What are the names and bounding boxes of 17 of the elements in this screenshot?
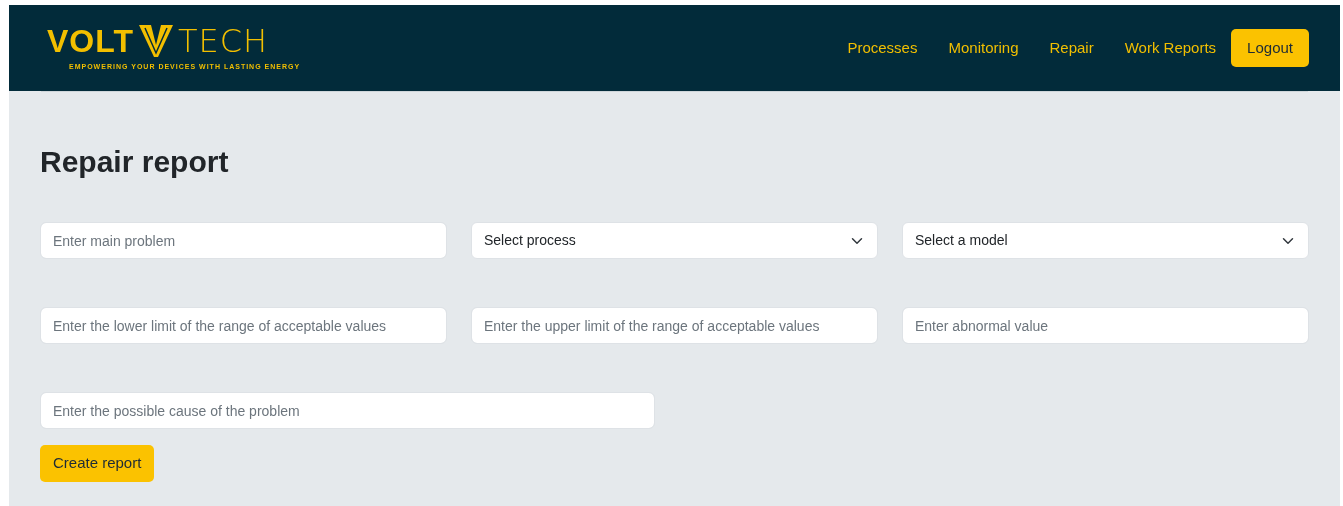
select-dropdown[interactable]: Select a model bbox=[902, 222, 1309, 259]
logo-text: VOLT bbox=[47, 25, 134, 58]
select-dropdown[interactable]: Select process bbox=[471, 222, 878, 259]
input-field[interactable]: Enter the lower limit of the range of acceptable values bbox=[40, 307, 447, 344]
nav-link[interactable]: Processes bbox=[847, 28, 918, 68]
input-field[interactable]: Enter abnormal value bbox=[902, 307, 1309, 344]
input-field[interactable]: Enter main problem bbox=[40, 222, 447, 259]
nav-link[interactable]: Work Reports bbox=[1124, 28, 1217, 68]
nav-link[interactable]: Repair bbox=[1049, 28, 1094, 68]
page-title: Repair report bbox=[40, 144, 230, 180]
v-logo-icon bbox=[137, 23, 174, 60]
logout-button[interactable]: Logout bbox=[1231, 28, 1309, 68]
input-field[interactable]: Enter the possible cause of the problem bbox=[40, 392, 655, 429]
nav-link[interactable]: Monitoring bbox=[948, 28, 1019, 68]
logo-text: TECH bbox=[177, 25, 269, 58]
input-field[interactable]: Enter the upper limit of the range of acceptable values bbox=[471, 307, 878, 344]
create-report-button[interactable]: Create report bbox=[40, 445, 155, 482]
